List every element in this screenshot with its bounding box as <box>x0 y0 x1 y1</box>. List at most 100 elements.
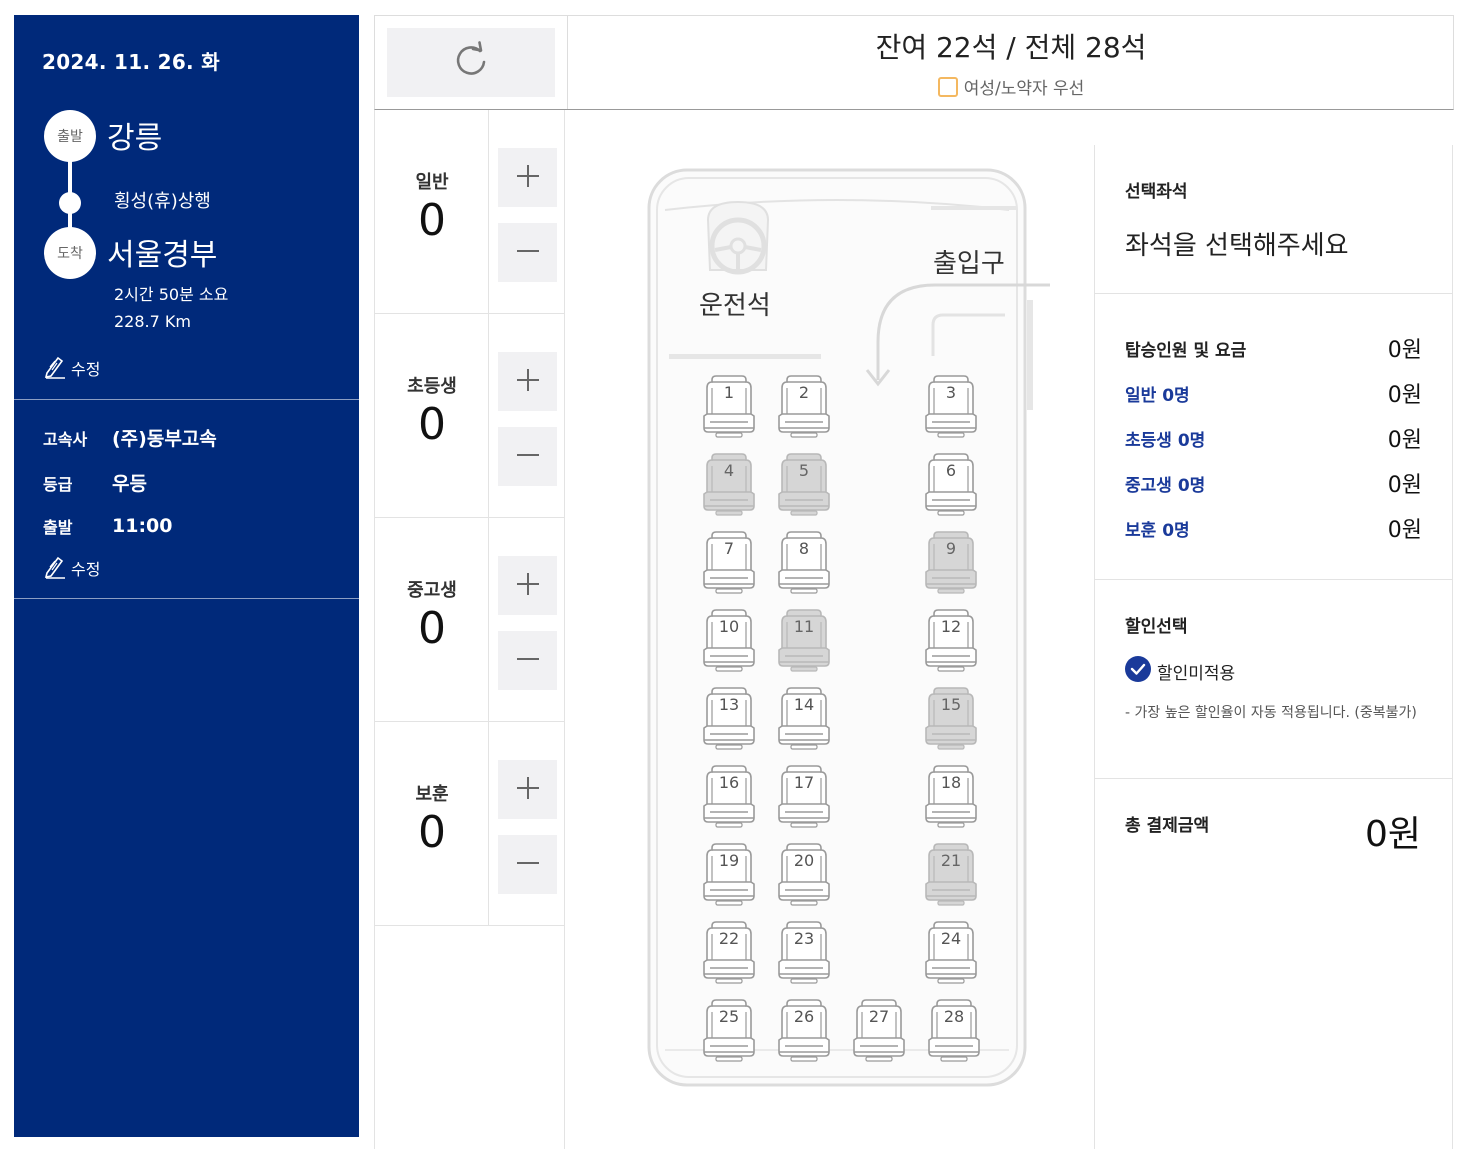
seat-number: 24 <box>940 929 962 948</box>
seat-available[interactable]: 1 <box>698 372 760 438</box>
increase-button[interactable] <box>498 352 557 411</box>
seat-icon <box>703 921 755 984</box>
check-circle-icon <box>1125 656 1151 687</box>
seat-number: 26 <box>793 1007 815 1026</box>
edit-pencil-icon <box>43 553 67 583</box>
seat-number: 20 <box>793 851 815 870</box>
fare-total-row: 탑승인원 및 요금 0원 <box>1125 332 1422 364</box>
fare-value: 0원 <box>1387 518 1422 543</box>
total-label: 총 결제금액 <box>1125 816 1210 836</box>
divider <box>1095 293 1453 294</box>
seat-available[interactable]: 27 <box>848 996 910 1062</box>
seat-available[interactable]: 23 <box>773 918 835 984</box>
seat-available[interactable]: 6 <box>920 450 982 516</box>
seat-available[interactable]: 28 <box>923 996 985 1062</box>
decrease-button[interactable] <box>498 427 557 486</box>
seat-icon <box>778 921 830 984</box>
seat-number: 6 <box>945 461 957 480</box>
seat-icon <box>778 765 830 828</box>
seat-reserved: 21 <box>920 840 982 906</box>
edit-bus-button[interactable]: 수정 <box>43 553 100 583</box>
seat-icon <box>703 531 755 594</box>
seat-available[interactable]: 17 <box>773 762 835 828</box>
fare-veteran-row: 보훈 0명 0원 <box>1125 512 1422 544</box>
seat-available[interactable]: 12 <box>920 606 982 672</box>
seat-icon <box>778 687 830 750</box>
fare-value: 0원 <box>1387 428 1422 453</box>
seat-number: 8 <box>798 539 810 558</box>
minus-icon <box>515 646 541 676</box>
counter-label-column: 초등생 0 <box>375 314 489 518</box>
counter-label-column: 보훈 0 <box>375 722 489 926</box>
decrease-button[interactable] <box>498 835 557 894</box>
counter-general: 일반 0 <box>375 110 565 314</box>
departure-city: 강릉 <box>107 121 163 156</box>
seat-number: 4 <box>723 461 735 480</box>
fare-label: 초등생 0명 <box>1125 430 1206 451</box>
counter-type-label: 초등생 <box>407 376 457 397</box>
trip-date: 2024. 11. 26. 화 <box>42 50 220 74</box>
seat-icon <box>703 999 755 1062</box>
decrease-button[interactable] <box>498 223 557 282</box>
counter-value: 0 <box>418 603 446 654</box>
trip-distance: 228.7 Km <box>114 312 191 331</box>
seat-available[interactable]: 14 <box>773 684 835 750</box>
seat-available[interactable]: 25 <box>698 996 760 1062</box>
seat-available[interactable]: 19 <box>698 840 760 906</box>
seat-number: 12 <box>940 617 962 636</box>
seat-available[interactable]: 3 <box>920 372 982 438</box>
seat-available[interactable]: 24 <box>920 918 982 984</box>
counter-secondary: 중고생 0 <box>375 518 565 722</box>
driver-seat-label: 운전석 <box>699 291 771 321</box>
seat-number: 5 <box>798 461 810 480</box>
counter-label-column: 중고생 0 <box>375 518 489 722</box>
seat-icon <box>925 765 977 828</box>
selected-seats-title: 선택좌석 <box>1125 182 1188 202</box>
seat-available[interactable]: 13 <box>698 684 760 750</box>
route-stop-dot <box>59 192 81 214</box>
seat-icon <box>925 375 977 438</box>
seat-available[interactable]: 26 <box>773 996 835 1062</box>
seat-available[interactable]: 18 <box>920 762 982 828</box>
grade-label: 등급 <box>43 474 73 494</box>
seat-reserved: 5 <box>773 450 835 516</box>
seat-available[interactable]: 20 <box>773 840 835 906</box>
edit-bus-label: 수정 <box>71 560 101 579</box>
depart-time-label: 출발 <box>43 518 73 537</box>
depart-time-value: 11:00 <box>112 515 173 537</box>
seat-number: 3 <box>945 383 957 402</box>
seat-available[interactable]: 10 <box>698 606 760 672</box>
increase-button[interactable] <box>498 760 557 819</box>
seat-icon <box>703 375 755 438</box>
counter-type-label: 일반 <box>415 172 449 193</box>
total-amount: 0원 <box>1364 814 1421 855</box>
counter-value: 0 <box>418 807 446 858</box>
increase-button[interactable] <box>498 148 557 207</box>
refresh-area <box>375 16 568 109</box>
seat-available[interactable]: 8 <box>773 528 835 594</box>
seat-number: 25 <box>718 1007 740 1026</box>
plus-icon <box>515 775 541 805</box>
seat-number: 13 <box>718 695 740 714</box>
increase-button[interactable] <box>498 556 557 615</box>
seat-availability: 잔여 22석 / 전체 28석 <box>875 31 1147 64</box>
selected-seats-message: 좌석을 선택해주세요 <box>1125 231 1349 261</box>
departure-badge: 출발 <box>44 110 96 162</box>
edit-route-button[interactable]: 수정 <box>43 353 100 383</box>
entrance-label: 출입구 <box>933 249 1005 279</box>
seat-number: 16 <box>718 773 740 792</box>
fare-general-row: 일반 0명 0원 <box>1125 377 1422 409</box>
seat-available[interactable]: 7 <box>698 528 760 594</box>
decrease-button[interactable] <box>498 631 557 690</box>
seat-available[interactable]: 2 <box>773 372 835 438</box>
plus-icon <box>515 367 541 397</box>
discount-none-option[interactable]: 할인미적용 <box>1125 656 1235 687</box>
seat-number: 27 <box>868 1007 890 1026</box>
seat-available[interactable]: 16 <box>698 762 760 828</box>
company-value: (주)동부고속 <box>112 428 217 450</box>
fare-value: 0원 <box>1387 383 1422 408</box>
seat-number: 15 <box>940 695 962 714</box>
refresh-button[interactable] <box>387 28 555 97</box>
seat-icon <box>928 999 980 1062</box>
seat-available[interactable]: 22 <box>698 918 760 984</box>
